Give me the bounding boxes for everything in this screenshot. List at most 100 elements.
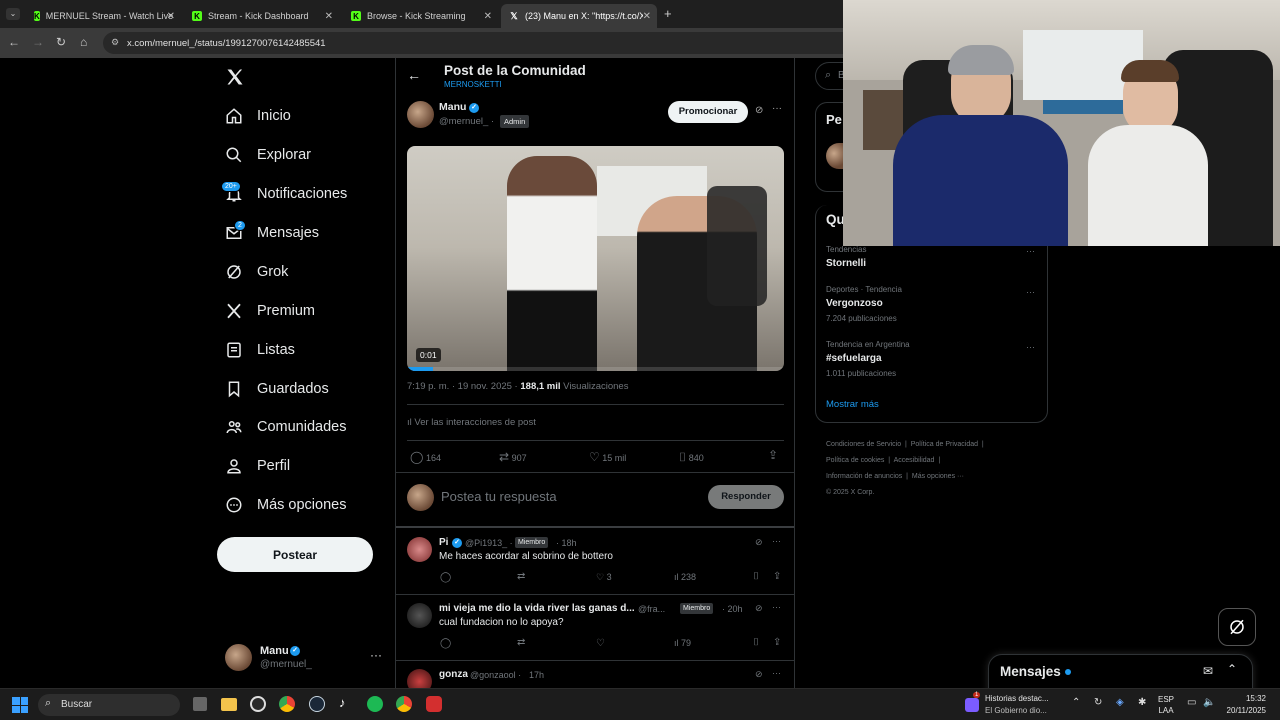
grok-icon[interactable]: ⊘ [755,603,763,614]
nav-lists[interactable]: Listas [225,341,295,359]
more-icon[interactable]: ··· [1026,287,1035,297]
video-player[interactable]: 0:01 [407,146,784,371]
share-icon[interactable]: ⇪ [768,448,778,462]
clock[interactable]: 15:32 20/11/2025 [1224,693,1266,717]
more-icon[interactable]: ··· [772,668,781,678]
grok-floating-button[interactable] [1218,608,1256,646]
reply-handle[interactable]: @gonzaool · [470,670,521,680]
language-indicator[interactable]: ESP LAA [1158,694,1174,716]
reply-author[interactable]: mi vieja me dio la vida river las ganas … [439,603,635,614]
heart-icon[interactable]: ♡ [596,638,605,649]
share-icon[interactable]: ⇪ [773,571,781,582]
author-avatar[interactable] [407,101,434,128]
nav-more[interactable]: Más opciones [225,496,346,514]
reply-item[interactable]: gonza @gonzaool · 17h ⊘ ··· [396,660,794,688]
new-message-icon[interactable]: ✉ [1203,664,1213,678]
news-widget[interactable]: 1 Historias destac... El Gobierno dio... [965,691,1060,719]
footer-link[interactable]: Política de Privacidad [911,441,978,448]
promote-button[interactable]: Promocionar [668,101,748,123]
spotify-icon[interactable] [367,696,383,712]
x-logo-icon[interactable] [225,67,245,87]
like-action[interactable]: ♡ 15 mil [589,450,626,464]
nav-explore[interactable]: Explorar [225,146,311,164]
post-timestamp[interactable]: 7:19 p. m. · 19 nov. 2025 · [407,381,518,392]
bookmark-icon[interactable]: ⌷ [753,637,759,648]
chrome-profile-icon[interactable] [396,696,412,712]
reply-author[interactable]: Pi [439,537,448,548]
expand-icon[interactable]: ⌃ [1227,662,1237,676]
more-icon[interactable]: ··· [772,536,781,546]
file-explorer-icon[interactable] [221,698,237,711]
task-view-icon[interactable] [193,697,207,711]
reply-icon[interactable]: ◯ [440,638,451,649]
close-icon[interactable]: ✕ [325,11,333,22]
tab-list-chevron-icon[interactable]: ⌄ [6,8,20,20]
account-switcher[interactable]: Manu ✓ @mernuel_ ··· [225,644,385,674]
bookmark-icon[interactable]: ⌷ [753,571,759,582]
back-icon[interactable]: ← [8,35,20,49]
tiktok-icon[interactable]: ♪ [339,695,346,710]
home-icon[interactable]: ⌂ [80,35,87,49]
address-bar[interactable]: ⚙ x.com/mernuel_/status/1991270076142485… [103,32,863,54]
repost-icon[interactable]: ⇄ [517,637,525,648]
app-red-icon[interactable] [426,696,442,712]
community-name[interactable]: MERNOSKETTI [444,80,502,89]
nav-home[interactable]: Inicio [225,107,291,125]
repost-icon[interactable]: ⇄ [517,571,525,582]
tray-settings-icon[interactable]: ✱ [1138,697,1146,708]
repost-action[interactable]: ⇄ 907 [499,450,527,464]
video-progress-track[interactable] [407,367,784,371]
tab-x-post[interactable]: 𝕏 (23) Manu en X: "https://t.co/X ✕ [501,4,657,28]
nav-grok[interactable]: Grok [225,263,288,281]
author-name[interactable]: Manu [439,101,466,113]
reply-author[interactable]: gonza [439,669,468,680]
tray-chevron-icon[interactable]: ⌃ [1072,697,1080,708]
steam-icon[interactable] [309,696,325,712]
footer-link[interactable]: Condiciones de Servicio [826,441,901,448]
nav-premium[interactable]: Premium [225,302,315,320]
reply-icon[interactable]: ◯ [440,572,451,583]
back-arrow-icon[interactable]: ← [407,67,421,83]
reply-button[interactable]: Responder [708,485,784,509]
nav-notifications[interactable]: Notificaciones [225,185,347,203]
post-interactions-link[interactable]: ıl Ver las interacciones de post [407,417,536,428]
bookmark-action[interactable]: ⌷ 840 [679,450,704,465]
views-action[interactable]: ıl 238 [674,572,696,582]
grok-icon[interactable]: ⊘ [755,669,763,680]
grok-icon[interactable]: ⊘ [755,105,763,116]
close-icon[interactable]: ✕ [643,11,651,22]
nav-bookmarks[interactable]: Guardados [225,380,329,398]
author-handle[interactable]: @mernuel_ · [439,116,494,127]
trend-item[interactable]: Deportes · Tendencia Vergonzoso 7.204 pu… [826,285,1041,329]
windows-start-icon[interactable] [12,697,28,713]
reply-handle[interactable]: @Pi1913_ · [465,538,513,548]
tab-kick-dashboard[interactable]: K Stream - Kick Dashboard ✕ [184,4,339,28]
reply-item[interactable]: Pi ✓ @Pi1913_ · Miembro · 18h ⊘ ··· Me h… [396,528,794,592]
show-more-link[interactable]: Mostrar más [826,399,879,410]
reply-handle[interactable]: @fra... [638,604,665,614]
trend-item[interactable]: Tendencias Stornelli ··· [826,243,1041,279]
chrome-icon[interactable] [279,696,295,712]
more-icon[interactable]: ··· [772,103,782,114]
close-icon[interactable]: ✕ [167,11,175,22]
footer-link[interactable]: Política de cookies [826,457,884,464]
site-info-icon[interactable]: ⚙ [111,37,119,48]
reply-item[interactable]: mi vieja me dio la vida river las ganas … [396,594,794,658]
tab-mernuel-stream[interactable]: K MERNUEL Stream - Watch Live ✕ [26,4,181,28]
nav-communities[interactable]: Comunidades [225,418,346,436]
volume-icon[interactable]: 🔈 [1203,697,1215,708]
footer-link[interactable]: Información de anuncios [826,473,902,480]
more-icon[interactable]: ··· [370,648,382,662]
reload-icon[interactable]: ↻ [56,35,66,49]
reply-action[interactable]: ◯ 164 [410,450,441,464]
nav-profile[interactable]: Perfil [225,457,290,475]
grok-icon[interactable]: ⊘ [755,537,763,548]
more-icon[interactable]: ··· [1026,342,1035,352]
views-action[interactable]: ıl 79 [674,638,691,648]
more-icon[interactable]: ··· [772,602,781,612]
tray-network-app-icon[interactable]: ◈ [1116,697,1124,708]
tab-kick-browse[interactable]: K Browse - Kick Streaming ✕ [343,4,498,28]
post-button[interactable]: Postear [217,537,373,572]
trend-item[interactable]: Tendencia en Argentina #sefuelarga 1.011… [826,340,1041,384]
reply-input[interactable]: Postea tu respuesta [441,489,557,504]
